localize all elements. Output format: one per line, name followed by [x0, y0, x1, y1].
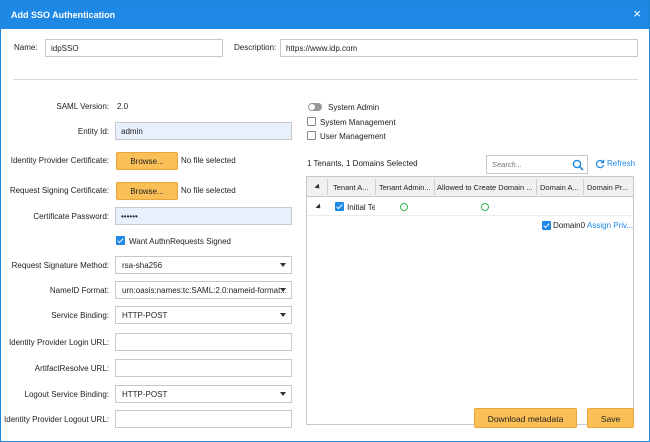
col-domain-assigned[interactable]: Domain A... — [540, 183, 582, 192]
req-sign-cert-status: No file selected — [181, 186, 236, 195]
chevron-down-icon — [280, 313, 286, 317]
name-label: Name: — [14, 43, 38, 52]
description-input[interactable] — [280, 39, 638, 57]
tenant-name: Initial Te — [347, 203, 375, 212]
refresh-icon[interactable] — [595, 159, 605, 169]
domain-name: Domain0 — [553, 221, 585, 230]
col-allowed-create-domain[interactable]: Allowed to Create Domain ... — [437, 183, 535, 192]
domain-checkbox[interactable] — [542, 221, 551, 230]
section-divider — [13, 79, 638, 80]
system-admin-label: System Admin — [328, 103, 379, 112]
system-management-label: System Management — [320, 118, 396, 127]
req-sign-cert-browse-button[interactable]: Browse... — [116, 182, 178, 200]
service-binding-label: Service Binding: — [51, 311, 109, 320]
req-sign-cert-label: Request Signing Certificate: — [10, 186, 109, 195]
artifact-resolve-label: ArtifactResolve URL: — [35, 364, 109, 373]
chevron-down-icon — [280, 263, 286, 267]
logout-binding-label: Logout Service Binding: — [25, 390, 110, 399]
want-authn-label: Want AuthnRequests Signed — [129, 237, 231, 246]
save-button[interactable]: Save — [587, 408, 634, 428]
grid-header: Tenant A... Tenant Admin... Allowed to C… — [307, 177, 633, 197]
refresh-link[interactable]: Refresh — [607, 159, 635, 168]
col-domain-privileges[interactable]: Domain Pr... — [587, 183, 631, 192]
service-binding-select[interactable]: HTTP-POST — [115, 306, 292, 324]
search-icon[interactable] — [572, 159, 584, 171]
cert-password-label: Certificate Password: — [33, 212, 109, 221]
req-sig-method-select[interactable]: rsa-sha256 — [115, 256, 292, 274]
tenant-checkbox[interactable] — [335, 202, 344, 211]
nameid-format-select[interactable]: urn:oasis:names:tc:SAML:2.0:nameid-forma… — [115, 281, 292, 299]
table-row[interactable]: Domain0 Assign Priv... — [307, 216, 633, 235]
close-icon[interactable]: × — [633, 7, 641, 20]
system-admin-toggle[interactable] — [308, 103, 322, 111]
description-label: Description: — [234, 43, 276, 52]
download-metadata-button[interactable]: Download metadata — [474, 408, 577, 428]
expand-icon[interactable] — [315, 203, 322, 210]
idp-cert-label: Identity Provider Certificate: — [11, 156, 109, 165]
name-input[interactable] — [45, 39, 223, 57]
cert-password-input[interactable] — [115, 207, 292, 225]
artifact-resolve-input[interactable] — [115, 359, 292, 377]
idp-login-url-input[interactable] — [115, 333, 292, 351]
col-tenant-assigned[interactable]: Tenant A... — [333, 183, 375, 192]
entity-id-label: Entity Id: — [78, 127, 109, 136]
logout-binding-value: HTTP-POST — [122, 390, 167, 399]
idp-logout-url-label: Identity Provider Logout URL: — [4, 415, 109, 424]
idp-login-url-label: Identity Provider Login URL: — [9, 338, 109, 347]
idp-logout-url-input[interactable] — [115, 410, 292, 428]
req-sig-method-label: Request Signature Method: — [12, 261, 109, 270]
sso-dialog: Add SSO Authentication × Name: Descripti… — [0, 0, 650, 442]
allowed-create-domain-status-icon — [481, 203, 489, 211]
saml-version-value: 2.0 — [117, 102, 128, 111]
tenant-grid: Tenant A... Tenant Admin... Allowed to C… — [306, 176, 634, 425]
dialog-title: Add SSO Authentication — [11, 10, 115, 20]
idp-cert-browse-button[interactable]: Browse... — [116, 152, 178, 170]
collapse-all-icon[interactable] — [314, 183, 321, 190]
nameid-format-label: NameID Format: — [50, 286, 109, 295]
user-management-checkbox[interactable] — [307, 131, 316, 140]
table-row[interactable]: Initial Te — [307, 197, 633, 216]
selection-summary: 1 Tenants, 1 Domains Selected — [307, 159, 418, 168]
req-sig-method-value: rsa-sha256 — [122, 261, 162, 270]
nameid-format-value: urn:oasis:names:tc:SAML:2.0:nameid-forma… — [122, 286, 287, 295]
idp-cert-status: No file selected — [181, 156, 236, 165]
search-box — [486, 155, 588, 174]
col-tenant-admin[interactable]: Tenant Admin... — [379, 183, 433, 192]
system-management-checkbox[interactable] — [307, 117, 316, 126]
service-binding-value: HTTP-POST — [122, 311, 167, 320]
logout-binding-select[interactable]: HTTP-POST — [115, 385, 292, 403]
user-management-label: User Management — [320, 132, 386, 141]
entity-id-input[interactable] — [115, 122, 292, 140]
chevron-down-icon — [280, 392, 286, 396]
want-authn-checkbox[interactable] — [116, 236, 125, 245]
dialog-titlebar: Add SSO Authentication × — [1, 1, 649, 29]
saml-version-label: SAML Version: — [56, 102, 109, 111]
search-input[interactable] — [489, 157, 569, 172]
chevron-down-icon — [280, 288, 286, 292]
tenant-admin-status-icon — [400, 203, 408, 211]
assign-privileges-link[interactable]: Assign Priv... — [587, 221, 633, 230]
